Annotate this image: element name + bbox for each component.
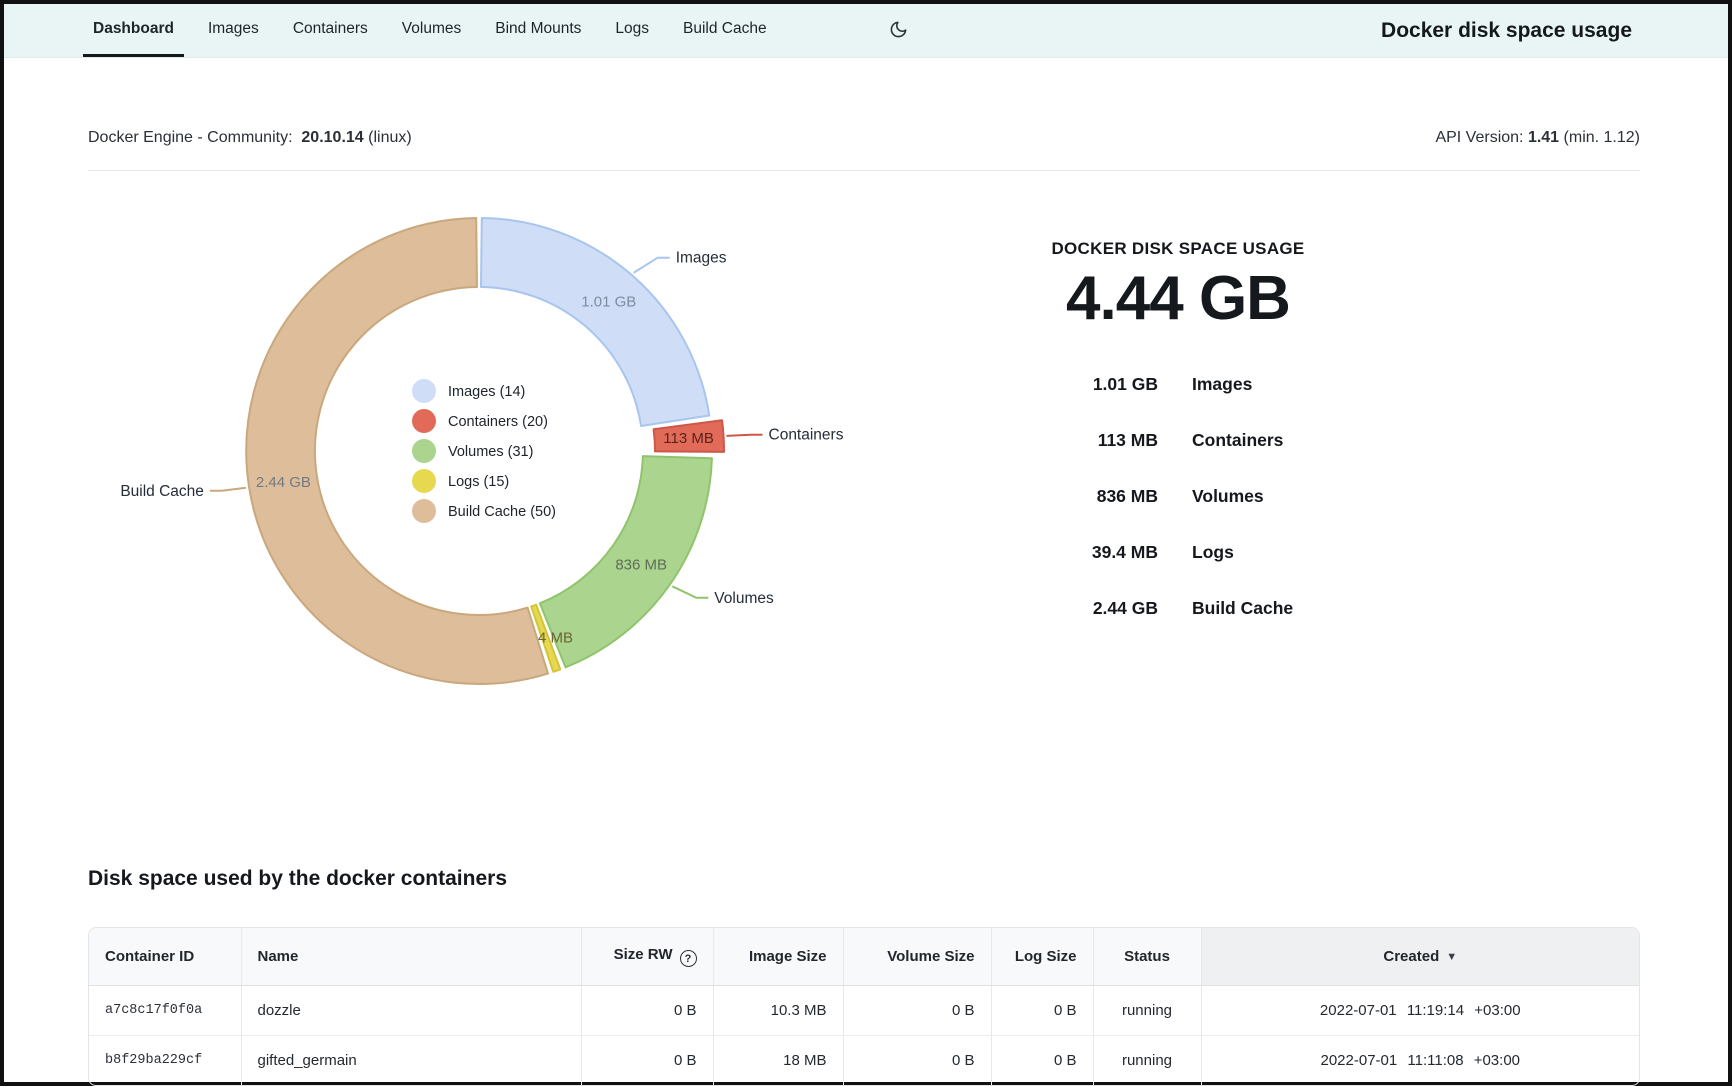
cell-container_id: b8f29ba229cf [89, 1035, 241, 1085]
callout-line [634, 258, 670, 273]
legend-label-volumes[interactable]: Volumes (31) [448, 444, 533, 460]
legend-label-build-cache[interactable]: Build Cache (50) [448, 504, 556, 520]
callout-label-images: Images [676, 250, 727, 267]
cell-created: 2022-07-01 11:11:08 +03:00 [1201, 1035, 1639, 1085]
summary-title: DOCKER DISK SPACE USAGE [1008, 239, 1348, 259]
cell-image_size: 10.3 MB [713, 985, 843, 1035]
legend-swatch-images[interactable] [412, 379, 436, 403]
slice-size-label: 113 MB [663, 430, 714, 447]
legend-label-containers[interactable]: Containers (20) [448, 414, 548, 430]
table-row: a7c8c17f0f0adozzle0 B10.3 MB0 B0 Brunnin… [89, 985, 1639, 1035]
cell-created: 2022-07-01 11:19:14 +03:00 [1201, 985, 1639, 1035]
donut-chart-svg: 1.01 GB Images 113 MB Containers 836 MB Volum… [88, 181, 968, 721]
summary-label: Images [1192, 374, 1348, 395]
engine-info-row: Docker Engine - Community: 20.10.14 (lin… [88, 126, 1640, 150]
legend-label-images[interactable]: Images (14) [448, 384, 525, 400]
cell-volume_size: 0 B [843, 985, 991, 1035]
callout-line [727, 435, 763, 436]
summary-value: 1.01 GB [1008, 374, 1158, 395]
app-title: Docker disk space usage [1381, 4, 1632, 57]
cell-size_rw: 0 B [581, 985, 713, 1035]
cell-log_size: 0 B [991, 1035, 1093, 1085]
summary-row-volumes: 836 MB Volumes [1008, 486, 1348, 507]
cell-container_id: a7c8c17f0f0a [89, 985, 241, 1035]
tab-build-cache[interactable]: Build Cache [673, 4, 777, 57]
tab-volumes[interactable]: Volumes [392, 4, 471, 57]
slice-size-label: 2.44 GB [256, 474, 311, 491]
summary-label: Logs [1192, 542, 1348, 563]
legend-swatch-build-cache[interactable] [412, 499, 436, 523]
cell-name: gifted_germain [241, 1035, 581, 1085]
legend-swatch-containers[interactable] [412, 409, 436, 433]
column-header-created[interactable]: Created▼ [1201, 928, 1639, 985]
summary-rows: 1.01 GB Images 113 MB Containers 836 MB Volum… [1008, 374, 1348, 619]
summary-value: 113 MB [1008, 430, 1158, 451]
column-header-container_id[interactable]: Container ID [89, 928, 241, 985]
table-row: b8f29ba229cfgifted_germain0 B18 MB0 B0 B… [89, 1035, 1639, 1085]
column-header-volume_size[interactable]: Volume Size [843, 928, 991, 985]
column-header-size_rw[interactable]: Size RW? [581, 928, 713, 985]
column-header-name[interactable]: Name [241, 928, 581, 985]
engine-version-text: Docker Engine - Community: 20.10.14 (lin… [88, 126, 412, 150]
summary-row-build-cache: 2.44 GB Build Cache [1008, 598, 1348, 619]
column-header-image_size[interactable]: Image Size [713, 928, 843, 985]
callout-line [210, 488, 246, 491]
main-content: Docker Engine - Community: 20.10.14 (lin… [4, 58, 1728, 1086]
cell-status: running [1093, 985, 1201, 1035]
column-header-log_size[interactable]: Log Size [991, 928, 1093, 985]
tab-bind-mounts[interactable]: Bind Mounts [485, 4, 591, 57]
table-body: a7c8c17f0f0adozzle0 B10.3 MB0 B0 Brunnin… [89, 985, 1639, 1085]
table-header-row: Container IDNameSize RW?Image SizeVolume… [89, 928, 1639, 985]
tab-dashboard[interactable]: Dashboard [83, 4, 184, 57]
summary-label: Build Cache [1192, 598, 1348, 619]
cell-name: dozzle [241, 985, 581, 1035]
docker-disk-usage-app: { "window": { "app_title": "Docker disk … [0, 0, 1732, 1086]
disk-usage-overview: 1.01 GB Images 113 MB Containers 836 MB Volum… [88, 181, 1640, 721]
donut-chart: 1.01 GB Images 113 MB Containers 836 MB Volum… [88, 181, 968, 721]
summary-value: 2.44 GB [1008, 598, 1158, 619]
summary-row-images: 1.01 GB Images [1008, 374, 1348, 395]
moon-icon [889, 20, 908, 42]
callout-line [672, 586, 708, 598]
containers-section-title: Disk space used by the docker containers [88, 867, 1640, 891]
summary-label: Volumes [1192, 486, 1348, 507]
containers-table: Container IDNameSize RW?Image SizeVolume… [89, 928, 1639, 1085]
api-version-text: API Version: 1.41 (min. 1.12) [1435, 126, 1640, 150]
callout-label-build-cache: Build Cache [120, 483, 204, 500]
containers-table-wrap: Container IDNameSize RW?Image SizeVolume… [88, 927, 1640, 1086]
nav-tabs: Dashboard Images Containers Volumes Bind Mou… [83, 4, 777, 57]
theme-toggle-button[interactable] [889, 4, 908, 57]
summary-label: Containers [1192, 430, 1348, 451]
summary-total: 4.44 GB [1008, 263, 1348, 334]
sort-desc-icon: ▼ [1446, 951, 1457, 963]
summary-row-logs: 39.4 MB Logs [1008, 542, 1348, 563]
tab-images[interactable]: Images [198, 4, 269, 57]
column-header-status[interactable]: Status [1093, 928, 1201, 985]
cell-log_size: 0 B [991, 985, 1093, 1035]
tab-containers[interactable]: Containers [283, 4, 378, 57]
usage-summary-panel: DOCKER DISK SPACE USAGE 4.44 GB 1.01 GB I… [1008, 181, 1348, 721]
slice-size-label: 836 MB [615, 557, 667, 574]
top-navigation-bar: Dashboard Images Containers Volumes Bind Mou… [4, 4, 1728, 58]
legend-label-logs[interactable]: Logs (15) [448, 474, 509, 490]
callout-label-volumes: Volumes [714, 590, 774, 607]
legend-swatch-logs[interactable] [412, 469, 436, 493]
summary-value: 836 MB [1008, 486, 1158, 507]
summary-value: 39.4 MB [1008, 542, 1158, 563]
cell-volume_size: 0 B [843, 1035, 991, 1085]
divider [88, 170, 1640, 171]
help-icon[interactable]: ? [680, 950, 697, 967]
slice-size-label: 1.01 GB [581, 294, 636, 311]
summary-row-containers: 113 MB Containers [1008, 430, 1348, 451]
tab-logs[interactable]: Logs [605, 4, 659, 57]
cell-size_rw: 0 B [581, 1035, 713, 1085]
cell-image_size: 18 MB [713, 1035, 843, 1085]
cell-status: running [1093, 1035, 1201, 1085]
legend-swatch-volumes[interactable] [412, 439, 436, 463]
callout-label-containers: Containers [769, 427, 844, 444]
